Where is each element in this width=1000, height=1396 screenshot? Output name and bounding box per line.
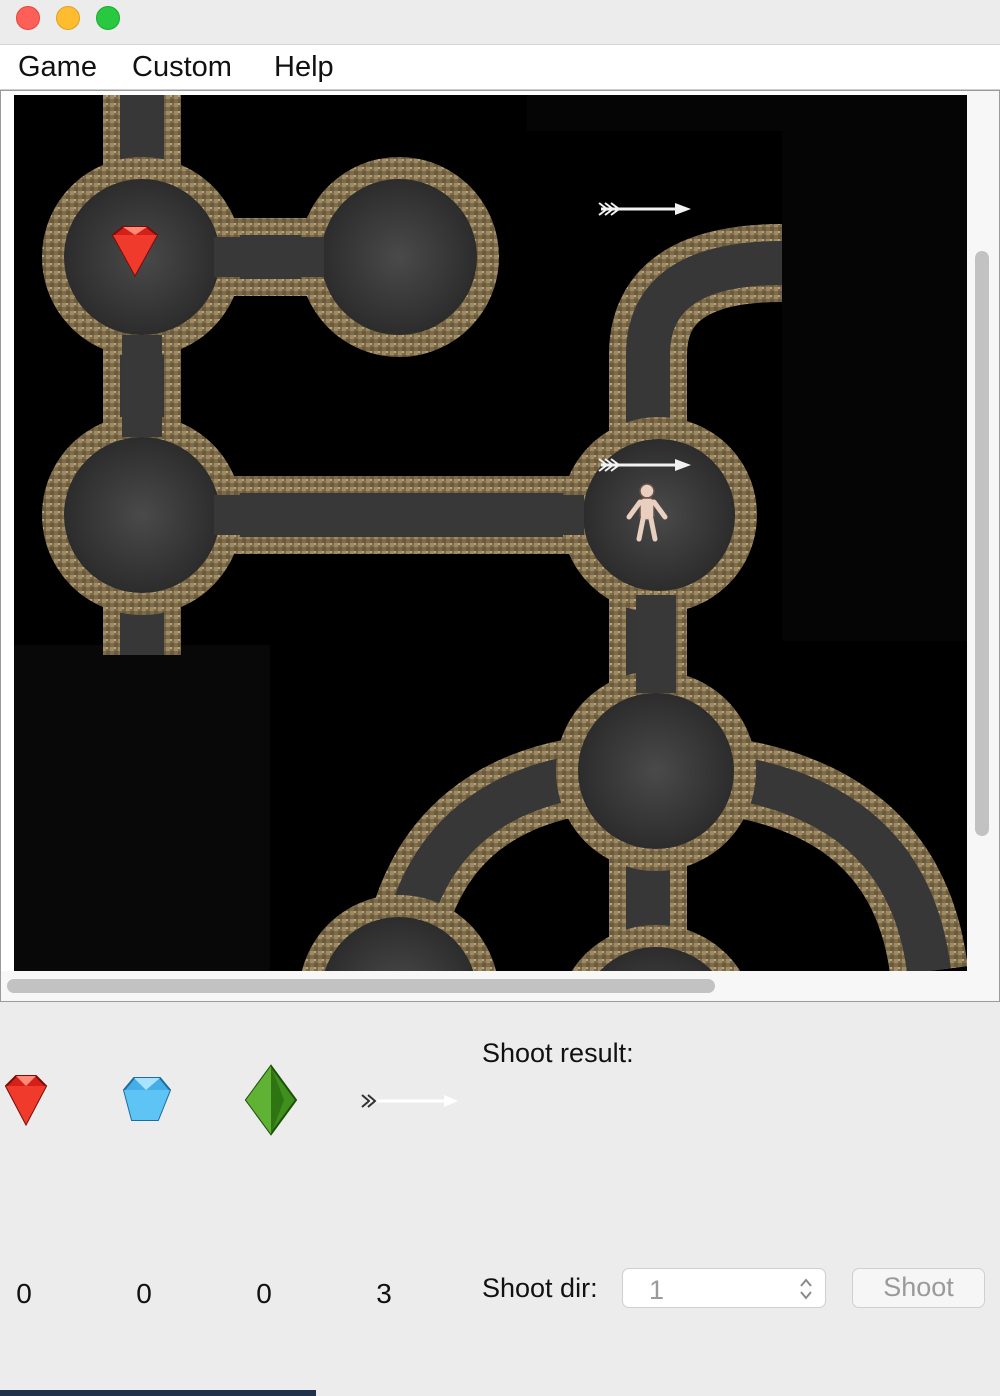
maze-map-canvas — [14, 95, 967, 971]
window-titlebar — [0, 0, 1000, 45]
sapphire-icon — [122, 1077, 172, 1121]
vertical-scroll-thumb[interactable] — [975, 251, 989, 836]
shoot-dir-select[interactable]: 1 — [622, 1268, 826, 1308]
arrow-pickup-icon — [598, 202, 691, 216]
minimize-window-button[interactable] — [56, 6, 80, 30]
arrow-ammo-icon — [361, 1094, 458, 1108]
close-window-button[interactable] — [16, 6, 40, 30]
ruby-icon — [4, 1075, 48, 1126]
shoot-button[interactable]: Shoot — [852, 1268, 985, 1308]
emerald-icon — [244, 1064, 298, 1136]
menu-custom[interactable]: Custom — [132, 51, 232, 84]
sapphire-count: 0 — [136, 1278, 152, 1309]
zoom-window-button[interactable] — [96, 6, 120, 30]
arrow-count: 3 — [376, 1278, 392, 1309]
shoot-result-label: Shoot result: — [482, 1038, 634, 1068]
maze-map — [14, 95, 967, 971]
shoot-dir-value: 1 — [649, 1275, 665, 1305]
menubar: Game Custom Help — [0, 45, 1000, 90]
emerald-count: 0 — [256, 1278, 272, 1309]
ruby-count: 0 — [16, 1278, 32, 1309]
chevron-up-down-icon — [800, 1278, 812, 1300]
horizontal-scroll-thumb[interactable] — [7, 979, 715, 993]
shoot-dir-label: Shoot dir: — [482, 1273, 598, 1303]
menu-game[interactable]: Game — [18, 51, 97, 84]
dock-edge — [0, 1390, 316, 1396]
map-scroll-pane[interactable] — [0, 90, 1000, 1002]
menu-help[interactable]: Help — [274, 51, 334, 84]
